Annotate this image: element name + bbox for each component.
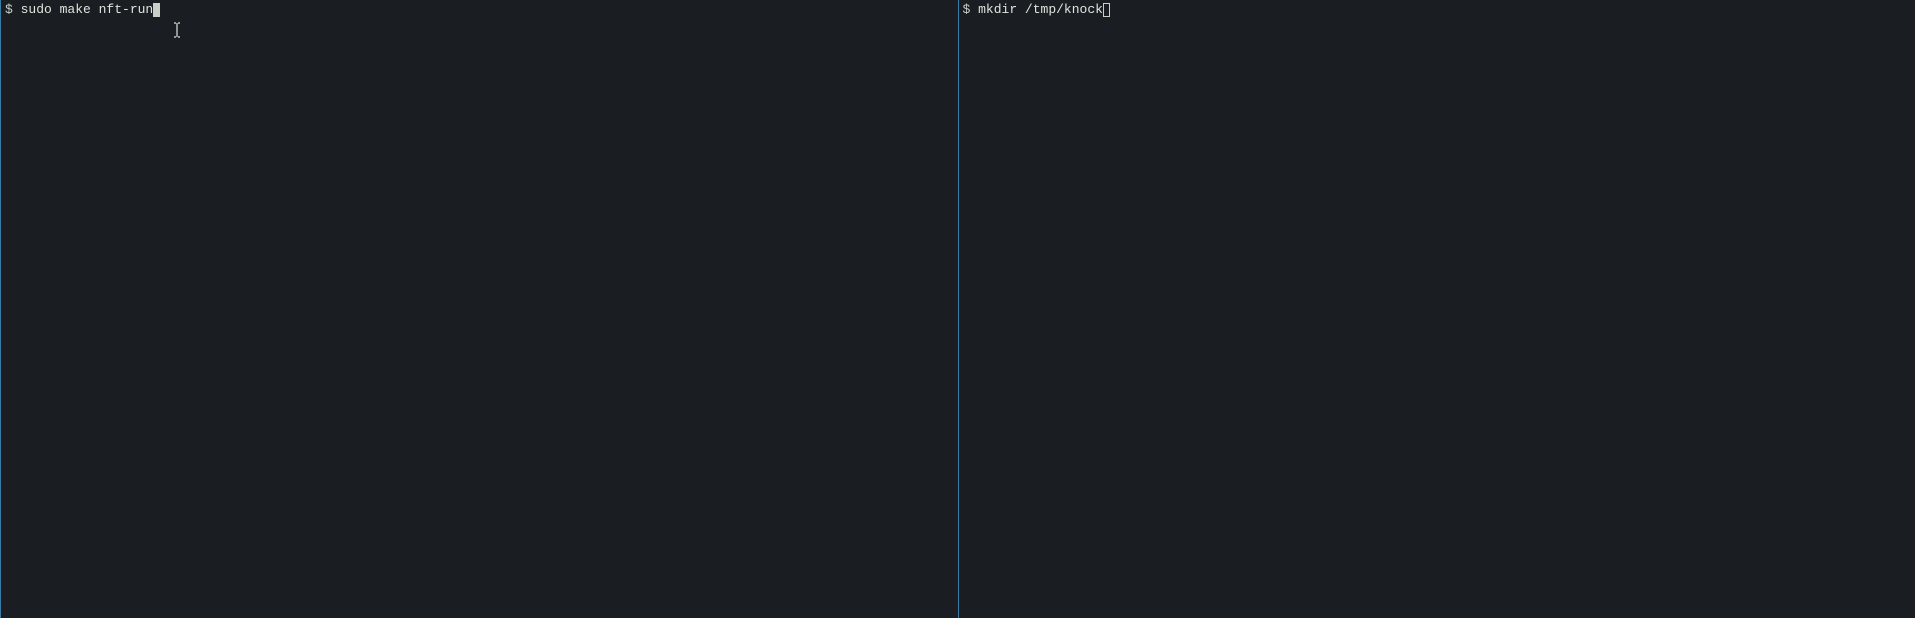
terminal-line[interactable]: $ sudo make nft-run	[5, 2, 954, 18]
terminal-pane-right[interactable]: $ mkdir /tmp/knock	[958, 0, 1915, 618]
shell-prompt: $	[963, 2, 979, 18]
text-cursor-ibeam-icon	[173, 22, 181, 38]
command-text: sudo make nft-run	[21, 2, 154, 18]
terminal-line[interactable]: $ mkdir /tmp/knock	[963, 2, 1912, 18]
shell-prompt: $	[5, 2, 21, 18]
command-text: mkdir /tmp/knock	[978, 2, 1103, 18]
terminal-cursor-block	[153, 3, 160, 17]
terminal-pane-left[interactable]: $ sudo make nft-run	[0, 0, 958, 618]
terminal-cursor-outline	[1103, 3, 1110, 17]
